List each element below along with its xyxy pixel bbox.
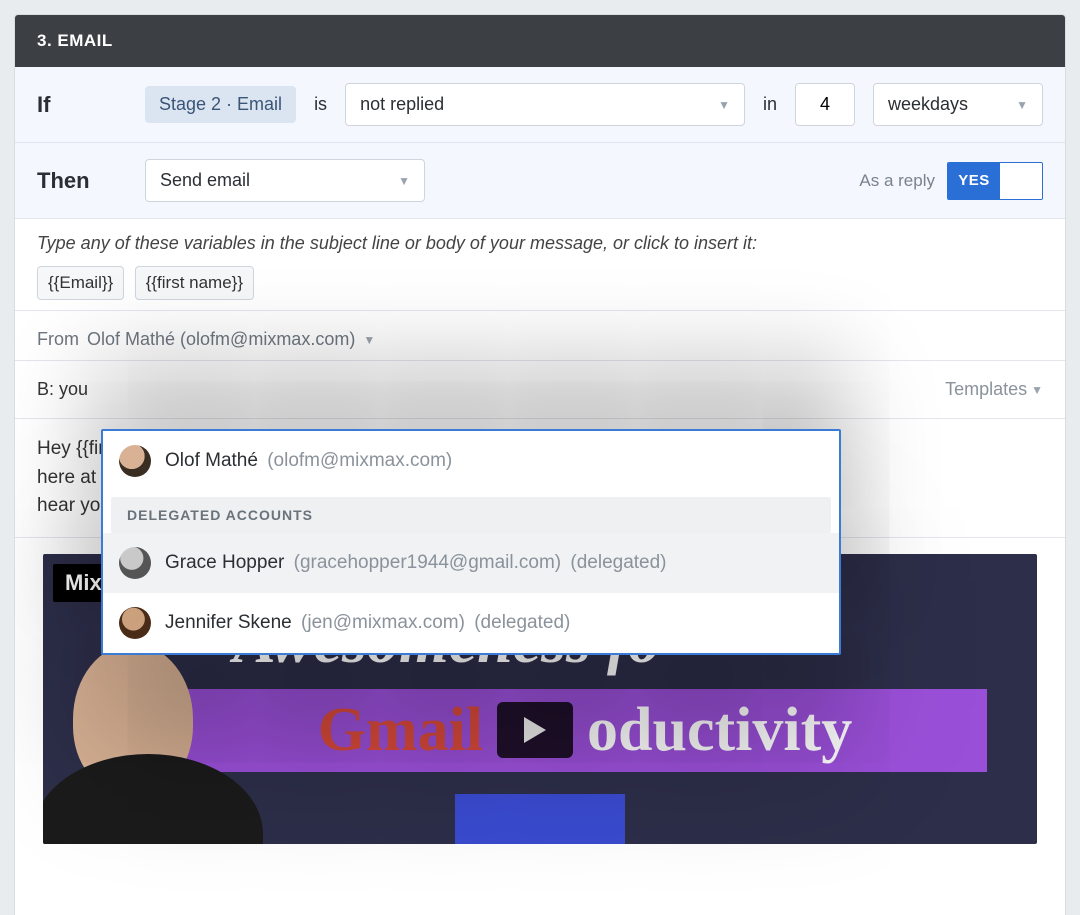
avatar <box>119 607 151 639</box>
condition-row: If Stage 2 · Email is not replied ▼ in 4… <box>15 67 1065 143</box>
status-value: not replied <box>360 94 444 115</box>
from-option-tag: (delegated) <box>474 612 570 633</box>
chevron-down-icon: ▼ <box>398 174 410 188</box>
stage-pill[interactable]: Stage 2 · Email <box>145 86 296 123</box>
is-label: is <box>314 94 327 115</box>
count-input[interactable]: 4 <box>795 83 855 126</box>
variable-chip-email[interactable]: {{Email}} <box>37 266 124 300</box>
avatar <box>119 445 151 477</box>
chevron-down-icon: ▼ <box>1031 383 1043 397</box>
variable-chip-firstname[interactable]: {{first name}} <box>135 266 254 300</box>
from-option-delegated-0[interactable]: Grace Hopper (gracehopper1944@gmail.com)… <box>103 533 839 593</box>
then-label: Then <box>37 168 127 194</box>
units-value: weekdays <box>888 94 968 115</box>
from-row[interactable]: From Olof Mathé (olofm@mixmax.com) ▼ <box>15 311 1065 361</box>
from-option-name: Olof Mathé <box>165 450 258 471</box>
from-option-email: (olofm@mixmax.com) <box>267 450 452 471</box>
as-reply-toggle[interactable]: YES <box>947 162 1043 200</box>
templates-label: Templates <box>945 379 1027 400</box>
variables-hint: Type any of these variables in the subje… <box>37 233 1043 254</box>
toggle-knob <box>1000 163 1042 199</box>
video-lower-block <box>455 794 625 844</box>
video-overlay-gmail: Gmail <box>318 695 483 766</box>
action-select[interactable]: Send email ▼ <box>145 159 425 202</box>
from-option-tag: (delegated) <box>570 552 666 573</box>
chevron-down-icon: ▼ <box>718 98 730 112</box>
from-option-name: Grace Hopper <box>165 552 284 573</box>
from-value: Olof Mathé (olofm@mixmax.com) <box>87 329 355 350</box>
chevron-down-icon: ▼ <box>363 333 375 347</box>
subject-prefix[interactable]: B: you <box>37 379 88 400</box>
action-row: Then Send email ▼ As a reply YES <box>15 143 1065 219</box>
video-overlay-line2: Gmail oductivity <box>183 689 987 772</box>
units-select[interactable]: weekdays ▼ <box>873 83 1043 126</box>
subject-row: B: you Templates ▼ <box>15 361 1065 419</box>
from-option-delegated-1[interactable]: Jennifer Skene (jen@mixmax.com) (delegat… <box>103 593 839 653</box>
video-overlay-productivity: oductivity <box>587 695 852 766</box>
from-option-name: Jennifer Skene <box>165 612 292 633</box>
from-label: From <box>37 329 79 350</box>
status-select[interactable]: not replied ▼ <box>345 83 745 126</box>
delegated-section-header: DELEGATED ACCOUNTS <box>111 497 831 533</box>
chevron-down-icon: ▼ <box>1016 98 1028 112</box>
toggle-on-label: YES <box>948 163 1000 199</box>
from-option-primary[interactable]: Olof Mathé (olofm@mixmax.com) <box>103 431 839 491</box>
variables-section: Type any of these variables in the subje… <box>15 219 1065 311</box>
from-account-dropdown[interactable]: Olof Mathé (olofm@mixmax.com) DELEGATED … <box>101 429 841 655</box>
email-stage-panel: 3. EMAIL If Stage 2 · Email is not repli… <box>14 14 1066 915</box>
from-option-email: (jen@mixmax.com) <box>301 612 465 633</box>
avatar <box>119 547 151 579</box>
presenter-image <box>43 644 263 844</box>
templates-dropdown[interactable]: Templates ▼ <box>945 379 1043 400</box>
from-option-email: (gracehopper1944@gmail.com) <box>294 552 561 573</box>
if-label: If <box>37 92 127 118</box>
action-value: Send email <box>160 170 250 191</box>
panel-title: 3. EMAIL <box>15 15 1065 67</box>
in-label: in <box>763 94 777 115</box>
as-reply-label: As a reply <box>859 171 935 191</box>
play-icon[interactable] <box>497 702 573 758</box>
